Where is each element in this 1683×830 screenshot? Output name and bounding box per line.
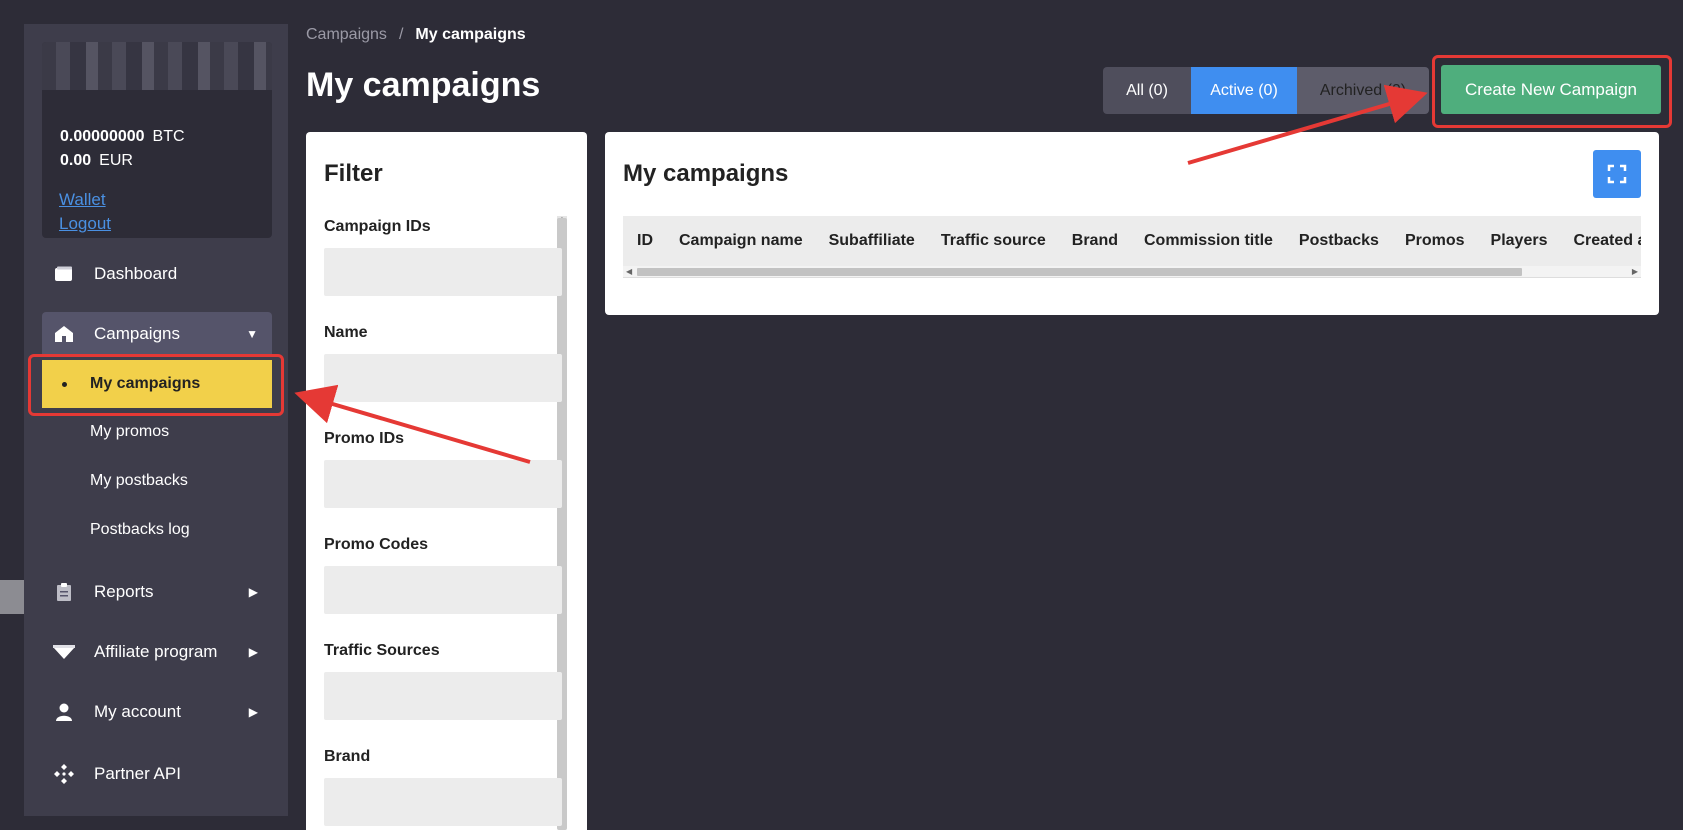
- nav-my-campaigns-label: My campaigns: [90, 375, 201, 392]
- tab-active[interactable]: Active (0): [1191, 67, 1297, 114]
- table-column-header[interactable]: ID: [623, 232, 665, 250]
- filter-title: Filter: [324, 160, 383, 187]
- btc-balance: 0.00000000 BTC: [60, 128, 185, 146]
- scroll-right-icon[interactable]: ▶: [1632, 266, 1638, 278]
- btc-amount: 0.00000000: [60, 128, 145, 145]
- expand-icon: [1607, 164, 1627, 184]
- nav-my-promos[interactable]: My promos: [42, 408, 272, 456]
- clipboard-icon: [52, 580, 76, 604]
- brand-label: Brand: [324, 748, 371, 765]
- table-column-header[interactable]: Created at: [1559, 232, 1641, 250]
- user-icon: [52, 700, 76, 724]
- fullscreen-button[interactable]: [1593, 150, 1641, 198]
- diamond-icon: [52, 640, 76, 664]
- account-card: 0.00000000 BTC 0.00 EUR Wallet Logout: [42, 42, 272, 238]
- nav-my-account[interactable]: My account ▶: [42, 690, 272, 734]
- scrollbar-thumb[interactable]: [637, 268, 1522, 276]
- eur-amount: 0.00: [60, 152, 92, 169]
- nav-reports-label: Reports: [94, 582, 154, 601]
- create-new-campaign-button[interactable]: Create New Campaign: [1441, 65, 1661, 114]
- breadcrumb-separator: /: [398, 26, 404, 43]
- tab-all[interactable]: All (0): [1103, 67, 1191, 114]
- name-input[interactable]: [324, 354, 562, 402]
- table-column-header[interactable]: Players: [1477, 232, 1560, 250]
- table-column-header[interactable]: Postbacks: [1285, 232, 1391, 250]
- nav-affiliate-program[interactable]: Affiliate program ▶: [42, 630, 272, 674]
- breadcrumb-current: My campaigns: [415, 26, 526, 43]
- campaigns-card: My campaigns ID Campaign name Subaffiliate…: [605, 132, 1659, 315]
- eur-balance: 0.00 EUR: [60, 152, 133, 170]
- table-column-header[interactable]: Campaign name: [665, 232, 815, 250]
- nav-affiliate-program-label: Affiliate program: [94, 642, 218, 661]
- traffic-sources-input[interactable]: [324, 672, 562, 720]
- table-horizontal-scrollbar[interactable]: ◀ ▶: [623, 266, 1641, 278]
- nav-my-promos-label: My promos: [90, 423, 170, 440]
- wallet-link[interactable]: Wallet: [59, 190, 106, 210]
- table-header-row: ID Campaign name Subaffiliate Traffic sourc…: [623, 216, 1641, 266]
- page-title: My campaigns: [306, 66, 541, 104]
- nav-partner-api[interactable]: Partner API: [42, 752, 272, 796]
- blurred-username: [42, 42, 272, 90]
- table-column-header[interactable]: Brand: [1058, 232, 1130, 250]
- brand-input[interactable]: [324, 778, 562, 826]
- api-icon: [52, 762, 76, 786]
- promo-codes-label: Promo Codes: [324, 536, 429, 553]
- promo-ids-input[interactable]: [324, 460, 562, 508]
- promo-codes-input[interactable]: [324, 566, 562, 614]
- nav-postbacks-log-label: Postbacks log: [90, 521, 190, 538]
- caret-down-icon: ▼: [246, 327, 258, 341]
- nav-reports[interactable]: Reports ▶: [42, 570, 272, 614]
- scroll-left-icon[interactable]: ◀: [626, 266, 632, 278]
- breadcrumb-parent[interactable]: Campaigns: [306, 26, 387, 43]
- logout-link[interactable]: Logout: [59, 214, 111, 234]
- eur-currency: EUR: [99, 152, 133, 169]
- nav-dashboard[interactable]: Dashboard: [42, 252, 272, 296]
- edge-tab[interactable]: [0, 580, 24, 614]
- table-column-header[interactable]: Commission title: [1130, 232, 1285, 250]
- traffic-sources-label: Traffic Sources: [324, 642, 440, 659]
- nav-my-postbacks[interactable]: My postbacks: [42, 457, 272, 505]
- nav-campaigns-label: Campaigns: [94, 324, 180, 343]
- dashboard-icon: [52, 262, 76, 286]
- nav-my-account-label: My account: [94, 702, 181, 721]
- home-icon: [52, 322, 76, 346]
- nav-my-postbacks-label: My postbacks: [90, 472, 188, 489]
- sidebar: 0.00000000 BTC 0.00 EUR Wallet Logout Dash…: [24, 24, 288, 816]
- nav-my-campaigns[interactable]: My campaigns: [42, 360, 272, 408]
- app-root: 0.00000000 BTC 0.00 EUR Wallet Logout Dash…: [0, 0, 1683, 830]
- btc-currency: BTC: [152, 128, 185, 145]
- campaigns-card-title: My campaigns: [623, 160, 789, 187]
- nav-campaigns[interactable]: Campaigns ▼: [42, 312, 272, 356]
- tab-archived[interactable]: Archived (0): [1297, 67, 1429, 114]
- nav-partner-api-label: Partner API: [94, 764, 181, 783]
- nav-dashboard-label: Dashboard: [94, 264, 178, 283]
- campaign-ids-label: Campaign IDs: [324, 218, 431, 235]
- promo-ids-label: Promo IDs: [324, 430, 405, 447]
- caret-right-icon: ▶: [248, 645, 258, 659]
- bullet-icon: [62, 381, 67, 387]
- caret-right-icon: ▶: [248, 705, 258, 719]
- filter-panel: Filter ▲ Campaign IDs Name Promo IDs Pro…: [306, 132, 587, 830]
- table-column-header[interactable]: Subaffiliate: [815, 232, 927, 250]
- name-label: Name: [324, 324, 368, 341]
- breadcrumb: Campaigns / My campaigns: [306, 26, 526, 44]
- table-column-header[interactable]: Promos: [1391, 232, 1477, 250]
- campaign-ids-input[interactable]: [324, 248, 562, 296]
- table-column-header[interactable]: Traffic source: [927, 232, 1058, 250]
- filter-scrollbar[interactable]: [557, 218, 567, 830]
- nav-postbacks-log[interactable]: Postbacks log: [42, 506, 272, 554]
- caret-right-icon: ▶: [248, 585, 258, 599]
